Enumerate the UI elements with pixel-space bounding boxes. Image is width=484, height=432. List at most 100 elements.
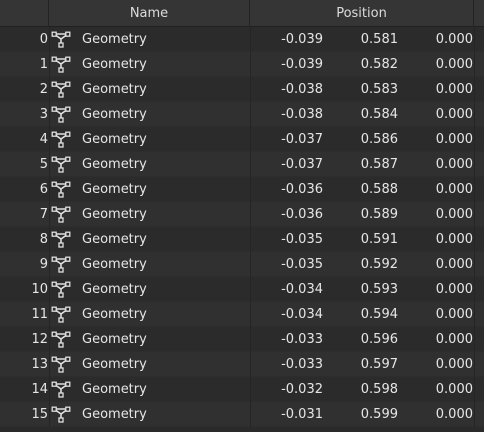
geometry-node-icon: [51, 181, 71, 198]
geometry-node-icon: [51, 231, 71, 248]
position-x-value: -0.031: [281, 407, 323, 422]
position-z-value: 0.000: [435, 307, 473, 322]
table-row[interactable]: 4 Geometry -0.037 0.586 0.000: [0, 127, 484, 152]
position-x-value: -0.038: [281, 82, 323, 97]
position-y-value: 0.599: [360, 407, 398, 422]
row-index: 11: [31, 307, 48, 322]
position-y-value: 0.597: [360, 357, 398, 372]
row-name: Geometry: [82, 307, 147, 322]
row-name: Geometry: [82, 257, 147, 272]
position-y-value: 0.594: [360, 307, 398, 322]
position-y-value: 0.591: [360, 232, 398, 247]
position-x-value: -0.036: [281, 182, 323, 197]
geometry-node-icon: [51, 306, 71, 323]
position-x-value: -0.033: [281, 332, 323, 347]
table-row[interactable]: 15 Geometry -0.031 0.599 0.000: [0, 402, 484, 427]
table-row[interactable]: 7 Geometry -0.036 0.589 0.000: [0, 202, 484, 227]
position-y-value: 0.596: [360, 332, 398, 347]
position-x-value: -0.032: [281, 382, 323, 397]
row-index: 10: [31, 282, 48, 297]
row-index: 7: [39, 207, 48, 222]
position-y-value: 0.581: [360, 32, 398, 47]
position-z-value: 0.000: [435, 357, 473, 372]
geometry-node-icon: [51, 381, 71, 398]
row-index: 8: [39, 232, 48, 247]
geometry-node-icon: [51, 81, 71, 98]
row-index: 3: [39, 107, 48, 122]
row-index: 12: [31, 332, 48, 347]
row-index: 1: [39, 57, 48, 72]
position-x-value: -0.034: [281, 307, 323, 322]
row-index: 6: [39, 182, 48, 197]
table-row[interactable]: 0 Geometry -0.039 0.581 0.000: [0, 27, 484, 52]
position-z-value: 0.000: [435, 207, 473, 222]
position-column-header[interactable]: Position: [250, 0, 474, 27]
table-row[interactable]: 1 Geometry -0.039 0.582 0.000: [0, 52, 484, 77]
position-y-value: 0.589: [360, 207, 398, 222]
geometry-node-icon: [51, 256, 71, 273]
row-index: 13: [31, 357, 48, 372]
table-row[interactable]: 8 Geometry -0.035 0.591 0.000: [0, 227, 484, 252]
position-y-value: 0.588: [360, 182, 398, 197]
table-header: Name Position: [0, 0, 484, 27]
row-name: Geometry: [82, 282, 147, 297]
geometry-node-icon: [51, 206, 71, 223]
row-index: 2: [39, 82, 48, 97]
position-y-value: 0.582: [360, 57, 398, 72]
table-row[interactable]: 9 Geometry -0.035 0.592 0.000: [0, 252, 484, 277]
position-z-value: 0.000: [435, 157, 473, 172]
table-row[interactable]: 13 Geometry -0.033 0.597 0.000: [0, 352, 484, 377]
column-divider: [474, 27, 475, 427]
spreadsheet: Name Position 0 Geometry -0.039 0.581 0.…: [0, 0, 484, 427]
position-z-value: 0.000: [435, 257, 473, 272]
position-z-value: 0.000: [435, 132, 473, 147]
row-name: Geometry: [82, 107, 147, 122]
row-name: Geometry: [82, 132, 147, 147]
header-filler: [474, 0, 484, 27]
table-row[interactable]: 12 Geometry -0.033 0.596 0.000: [0, 327, 484, 352]
row-name: Geometry: [82, 32, 147, 47]
row-index: 0: [39, 32, 48, 47]
table-row[interactable]: 6 Geometry -0.036 0.588 0.000: [0, 177, 484, 202]
position-y-value: 0.584: [360, 107, 398, 122]
table-row[interactable]: 10 Geometry -0.034 0.593 0.000: [0, 277, 484, 302]
geometry-node-icon: [51, 281, 71, 298]
geometry-node-icon: [51, 406, 71, 423]
row-name: Geometry: [82, 407, 147, 422]
index-column-header: [0, 0, 49, 27]
position-z-value: 0.000: [435, 382, 473, 397]
geometry-node-icon: [51, 31, 71, 48]
geometry-node-icon: [51, 331, 71, 348]
position-y-value: 0.586: [360, 132, 398, 147]
position-z-value: 0.000: [435, 282, 473, 297]
position-y-value: 0.592: [360, 257, 398, 272]
geometry-node-icon: [51, 56, 71, 73]
position-x-value: -0.035: [281, 257, 323, 272]
table-row[interactable]: 2 Geometry -0.038 0.583 0.000: [0, 77, 484, 102]
table-row[interactable]: 3 Geometry -0.038 0.584 0.000: [0, 102, 484, 127]
table-row[interactable]: 11 Geometry -0.034 0.594 0.000: [0, 302, 484, 327]
position-y-value: 0.598: [360, 382, 398, 397]
table-body: 0 Geometry -0.039 0.581 0.000 1 Geometry…: [0, 27, 484, 427]
position-x-value: -0.038: [281, 107, 323, 122]
position-x-value: -0.034: [281, 282, 323, 297]
position-z-value: 0.000: [435, 232, 473, 247]
row-name: Geometry: [82, 382, 147, 397]
position-x-value: -0.037: [281, 157, 323, 172]
position-z-value: 0.000: [435, 107, 473, 122]
row-index: 15: [31, 407, 48, 422]
table-row[interactable]: 14 Geometry -0.032 0.598 0.000: [0, 377, 484, 402]
position-y-value: 0.583: [360, 82, 398, 97]
column-divider: [250, 27, 251, 427]
position-z-value: 0.000: [435, 57, 473, 72]
position-z-value: 0.000: [435, 82, 473, 97]
position-x-value: -0.037: [281, 132, 323, 147]
row-name: Geometry: [82, 82, 147, 97]
position-x-value: -0.033: [281, 357, 323, 372]
position-y-value: 0.593: [360, 282, 398, 297]
position-x-value: -0.036: [281, 207, 323, 222]
name-column-header[interactable]: Name: [49, 0, 250, 27]
position-y-value: 0.587: [360, 157, 398, 172]
table-row[interactable]: 5 Geometry -0.037 0.587 0.000: [0, 152, 484, 177]
row-name: Geometry: [82, 357, 147, 372]
